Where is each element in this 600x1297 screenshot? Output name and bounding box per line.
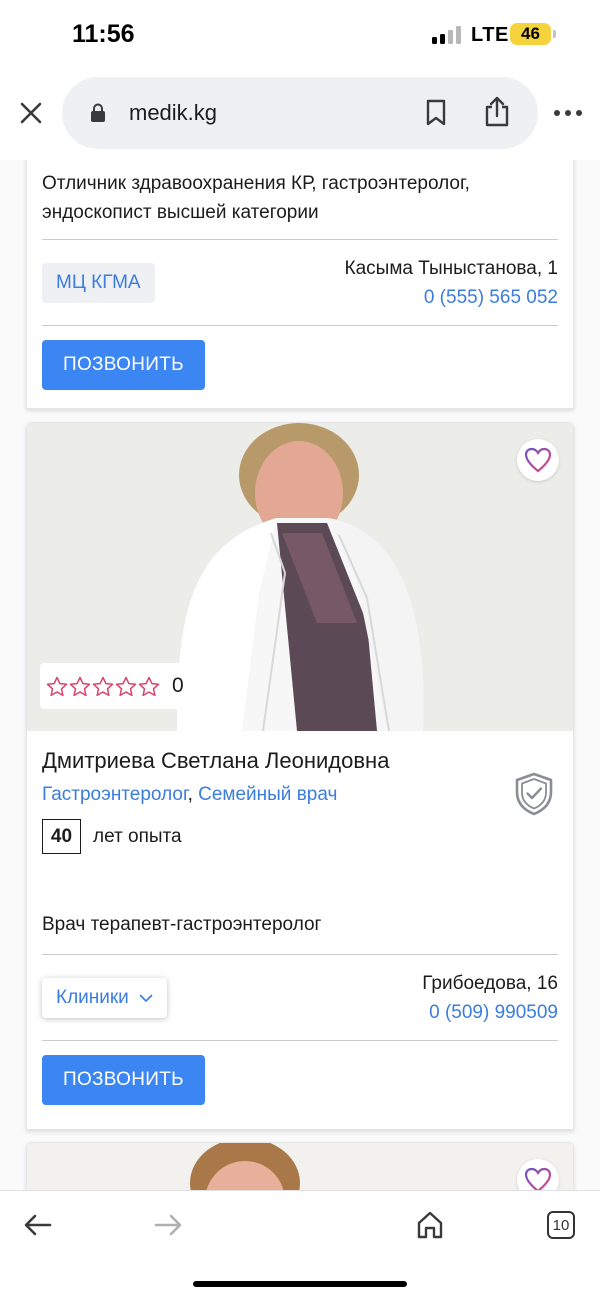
url-text[interactable]: medik.kg — [129, 100, 217, 126]
battery-tip — [553, 30, 556, 38]
doctor-card: 0 Дмитриева Светлана Леонидовна Гастроэн… — [26, 422, 574, 1130]
address-bar[interactable]: medik.kg — [62, 77, 538, 149]
browser-toolbar: 10 — [0, 1190, 600, 1297]
heart-icon — [524, 447, 552, 473]
rating-widget[interactable]: 0 — [40, 663, 190, 709]
star-icon[interactable] — [138, 676, 160, 697]
phone-link[interactable]: 0 (509) 990509 — [422, 998, 558, 1027]
clinic-address: Касыма Тыныстанова, 1 0 (555) 565 052 — [345, 254, 558, 312]
bookmark-icon[interactable] — [425, 99, 447, 127]
clinics-label: Клиники — [56, 987, 129, 1008]
page-viewport: Отличник здравоохранения КР, гастроэнтер… — [0, 160, 600, 1190]
star-icon[interactable] — [92, 676, 114, 697]
call-button[interactable]: ПОЗВОНИТЬ — [42, 340, 205, 390]
doctor-photo-next[interactable] — [27, 1143, 574, 1190]
divider — [42, 954, 558, 955]
specialties: Гастроэнтеролог, Семейный врач — [42, 784, 558, 806]
specialty-link[interactable]: Семейный врач — [198, 784, 337, 805]
share-icon[interactable] — [484, 96, 510, 128]
home-indicator — [193, 1281, 407, 1287]
chevron-down-icon — [139, 994, 153, 1002]
home-icon[interactable] — [410, 1205, 450, 1245]
battery-icon: 46 — [510, 23, 551, 45]
star-icon[interactable] — [69, 676, 91, 697]
phone-link[interactable]: 0 (555) 565 052 — [345, 283, 558, 312]
forward-icon[interactable] — [148, 1205, 188, 1245]
favorite-button[interactable] — [517, 439, 559, 481]
doctor-description: Врач терапевт-гастроэнтеролог — [42, 914, 322, 935]
experience-years: 40 — [42, 819, 81, 854]
divider — [42, 239, 558, 240]
clinic-address: Грибоедова, 16 0 (509) 990509 — [422, 969, 558, 1027]
address-street: Грибоедова, 16 — [422, 973, 558, 994]
lock-icon — [91, 103, 105, 122]
star-icon[interactable] — [46, 676, 68, 697]
signal-icon — [432, 26, 464, 44]
back-icon[interactable] — [18, 1205, 58, 1245]
doctor-description: Отличник здравоохранения КР, гастроэнтер… — [42, 173, 470, 223]
status-bar: 11:56 LTE 46 — [0, 0, 600, 72]
tab-count: 10 — [547, 1211, 575, 1239]
divider — [42, 325, 558, 326]
rating-count: 0 — [172, 674, 184, 697]
rating-stars[interactable] — [46, 676, 160, 697]
status-time: 11:56 — [72, 20, 135, 48]
specialty-link[interactable]: Гастроэнтеролог — [42, 784, 188, 805]
network-type: LTE — [471, 24, 509, 46]
doctor-name[interactable]: Дмитриева Светлана Леонидовна — [42, 748, 558, 774]
doctor-photo[interactable]: 0 — [27, 423, 573, 731]
clinics-dropdown[interactable]: Клиники — [42, 978, 167, 1018]
clinic-chip[interactable]: МЦ КГМА — [42, 263, 155, 303]
verified-shield-icon — [515, 772, 553, 816]
call-button[interactable]: ПОЗВОНИТЬ — [42, 1055, 205, 1105]
tabs-icon[interactable]: 10 — [541, 1205, 581, 1245]
heart-icon — [524, 1167, 552, 1190]
divider — [42, 1040, 558, 1041]
specialty-separator: , — [187, 784, 193, 805]
address-street: Касыма Тыныстанова, 1 — [344, 258, 558, 279]
experience-label: лет опыта — [93, 825, 182, 847]
experience: 40 лет опыта — [42, 819, 558, 854]
doctor-card-next — [26, 1142, 574, 1190]
close-icon[interactable] — [16, 98, 46, 128]
more-icon[interactable] — [553, 103, 583, 123]
star-icon[interactable] — [115, 676, 137, 697]
doctor-card-previous: Отличник здравоохранения КР, гастроэнтер… — [26, 160, 574, 409]
